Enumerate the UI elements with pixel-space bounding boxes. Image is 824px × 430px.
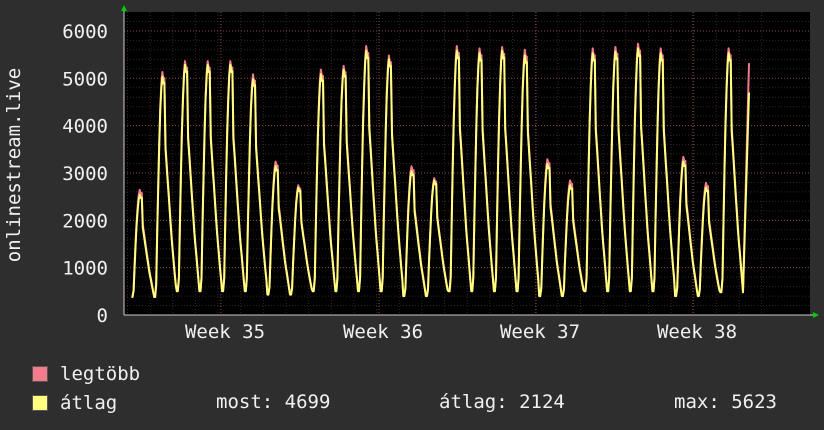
legend-avg: átlag [32,391,117,415]
x-tick-label: Week 36 [343,321,423,343]
x-axis-arrow [813,312,819,318]
stat-max: max: 5623 [674,391,777,413]
y-tick-label: 5000 [62,68,108,90]
stat-avg: átlag: 2124 [439,391,565,413]
y-tick-label: 0 [97,305,108,327]
legend-max-label: legtöbb [60,363,141,385]
x-tick-label: Week 38 [657,321,737,343]
y-tick-label: 4000 [62,116,108,138]
legend-avg-swatch [32,395,48,411]
y-tick-label: 1000 [62,258,108,280]
y-axis-arrow [121,5,127,11]
y-axis-label: onlinestream.live [3,68,25,262]
y-tick-label: 2000 [62,210,108,232]
legend-max: legtöbb [32,362,140,386]
stat-now: most: 4699 [216,391,331,413]
legend-max-swatch [32,366,48,382]
x-tick-label: Week 35 [185,321,265,343]
legend-avg-label: átlag [60,392,118,414]
y-tick-label: 6000 [62,21,108,43]
y-tick-label: 3000 [62,163,108,185]
x-tick-label: Week 37 [500,321,580,343]
